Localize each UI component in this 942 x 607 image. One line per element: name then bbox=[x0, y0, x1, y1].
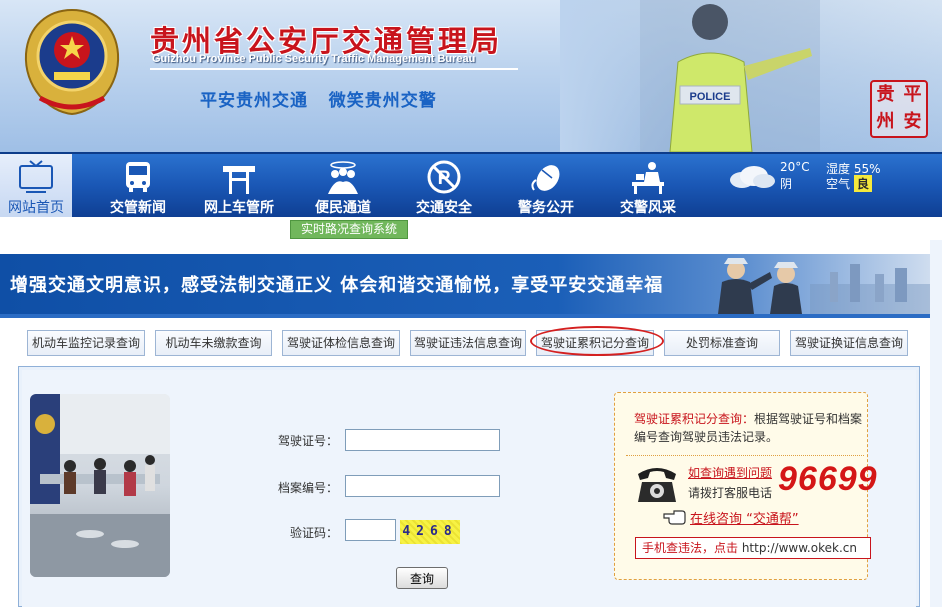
tab-vehicle-unpaid[interactable]: 机动车未缴款查询 bbox=[155, 330, 272, 356]
page-right-edge bbox=[930, 240, 942, 607]
weather-air: 空气 良 bbox=[826, 175, 872, 192]
captcha-input[interactable] bbox=[345, 519, 396, 541]
seal-char: 州 bbox=[876, 111, 895, 132]
humidity-label: 湿度 bbox=[826, 162, 851, 176]
nav-item-convenience[interactable]: 便民通道 bbox=[300, 154, 386, 217]
tab-license-points[interactable]: 驾驶证累积记分查询 bbox=[536, 330, 654, 356]
tab-license-renewal[interactable]: 驾驶证换证信息查询 bbox=[790, 330, 908, 356]
officers-photo bbox=[718, 258, 930, 314]
seal-char: 贵 bbox=[876, 84, 895, 105]
online-consult-link[interactable]: 在线咨询 “交通帮” bbox=[690, 508, 799, 527]
signpost-icon bbox=[223, 166, 255, 194]
site-title-english: Guizhou Province Public Security Traffic… bbox=[152, 53, 476, 65]
captcha-label: 验证码： bbox=[289, 526, 338, 540]
file-number-label: 档案编号： bbox=[277, 481, 338, 495]
nav-label: 交通安全 bbox=[416, 200, 472, 216]
telephone-icon bbox=[638, 468, 676, 502]
officer-desk-icon bbox=[632, 162, 664, 194]
mobile-link-prefix: 手机查违法，点击 bbox=[642, 541, 742, 555]
air-quality-badge: 良 bbox=[853, 175, 872, 192]
tab-license-violations[interactable]: 驾驶证违法信息查询 bbox=[410, 330, 526, 356]
info-title: 驾驶证累积记分查询： bbox=[634, 412, 755, 426]
police-vest-label: POLICE bbox=[690, 91, 731, 103]
service-hall-scene bbox=[30, 394, 170, 577]
header-slogan: 平安贵州交通 微笑贵州交警 bbox=[200, 91, 437, 111]
banner-slogan-text: 增强交通文明意识，感受法制交通正义 体会和谐交通愉悦，享受平安交通幸福 bbox=[10, 275, 664, 296]
seal-char: 安 bbox=[903, 111, 922, 132]
nav-item-news[interactable]: 交管新闻 bbox=[96, 154, 180, 217]
air-label: 空气 bbox=[826, 177, 851, 191]
nav-item-vehicle-office[interactable]: 网上车管所 bbox=[192, 154, 286, 217]
bus-icon bbox=[126, 162, 150, 192]
nav-item-police-style[interactable]: 交警风采 bbox=[604, 154, 692, 217]
nav-label: 网站首页 bbox=[8, 200, 64, 216]
info-description: 驾驶证累积记分查询：根据驾驶证号和档案编号查询驾驶员违法记录。 bbox=[634, 410, 866, 446]
weather-temp: 20°C bbox=[780, 160, 810, 174]
cloud-icon bbox=[730, 166, 775, 188]
weather-condition: 阴 bbox=[780, 177, 793, 191]
captcha-image[interactable]: 4268 bbox=[400, 520, 460, 544]
nav-label: 便民通道 bbox=[315, 200, 371, 216]
police-emblem-icon bbox=[24, 8, 120, 116]
nav-label: 网上车管所 bbox=[204, 200, 274, 216]
file-number-input[interactable] bbox=[345, 475, 500, 497]
mouse-icon bbox=[531, 165, 560, 191]
nav-label: 警务公开 bbox=[518, 200, 574, 216]
tab-penalty-standards[interactable]: 处罚标准查询 bbox=[664, 330, 780, 356]
license-number-label: 驾驶证号： bbox=[277, 434, 338, 448]
banner-divider bbox=[0, 314, 930, 318]
tab-license-medical[interactable]: 驾驶证体检信息查询 bbox=[282, 330, 400, 356]
nav-item-home[interactable]: 网站首页 bbox=[0, 154, 72, 217]
tab-vehicle-monitoring[interactable]: 机动车监控记录查询 bbox=[27, 330, 145, 356]
seal-char: 平 bbox=[903, 84, 922, 105]
license-number-input[interactable] bbox=[345, 429, 500, 451]
nav-item-traffic-safety[interactable]: P 交通安全 bbox=[402, 154, 486, 217]
hotline-number: 96699 bbox=[778, 460, 878, 498]
service-hall-photo bbox=[30, 394, 170, 577]
title-underline bbox=[150, 68, 518, 70]
main-nav: 网站首页 交管新闻 网上车管所 便民通道 P 交通安 bbox=[0, 152, 942, 217]
help-call-text: 请拨打客服电话 bbox=[688, 486, 773, 500]
nav-item-police-affairs[interactable]: 警务公开 bbox=[502, 154, 590, 217]
ping-an-guizhou-seal: 贵 平 州 安 bbox=[870, 80, 928, 138]
mobile-link-url: http://www.okek.cn bbox=[741, 541, 857, 555]
info-separator bbox=[626, 455, 864, 456]
weather-widget: 20°C 阴 湿度 55% 空气 良 bbox=[718, 156, 942, 216]
humidity-value: 55% bbox=[853, 162, 881, 176]
no-parking-icon: P bbox=[427, 160, 461, 194]
nav-label: 交管新闻 bbox=[110, 200, 166, 216]
query-submit-button[interactable]: 查询 bbox=[396, 567, 448, 589]
mobile-violation-link[interactable]: 手机查违法，点击 http://www.okek.cn bbox=[635, 537, 871, 559]
tv-icon bbox=[19, 160, 53, 193]
help-question-link[interactable]: 如查询遇到问题 bbox=[688, 464, 772, 481]
traffic-police-photo: POLICE bbox=[640, 0, 820, 152]
pointing-hand-icon bbox=[663, 510, 686, 525]
site-header: 贵州省公安厅交通管理局 Guizhou Province Public Secu… bbox=[0, 0, 942, 152]
slogan-banner: 增强交通文明意识，感受法制交通正义 体会和谐交通愉悦，享受平安交通幸福 bbox=[0, 254, 930, 314]
people-icon bbox=[328, 161, 358, 194]
nav-label: 交警风采 bbox=[620, 200, 676, 216]
realtime-traffic-tab[interactable]: 实时路况查询系统 bbox=[290, 220, 409, 239]
